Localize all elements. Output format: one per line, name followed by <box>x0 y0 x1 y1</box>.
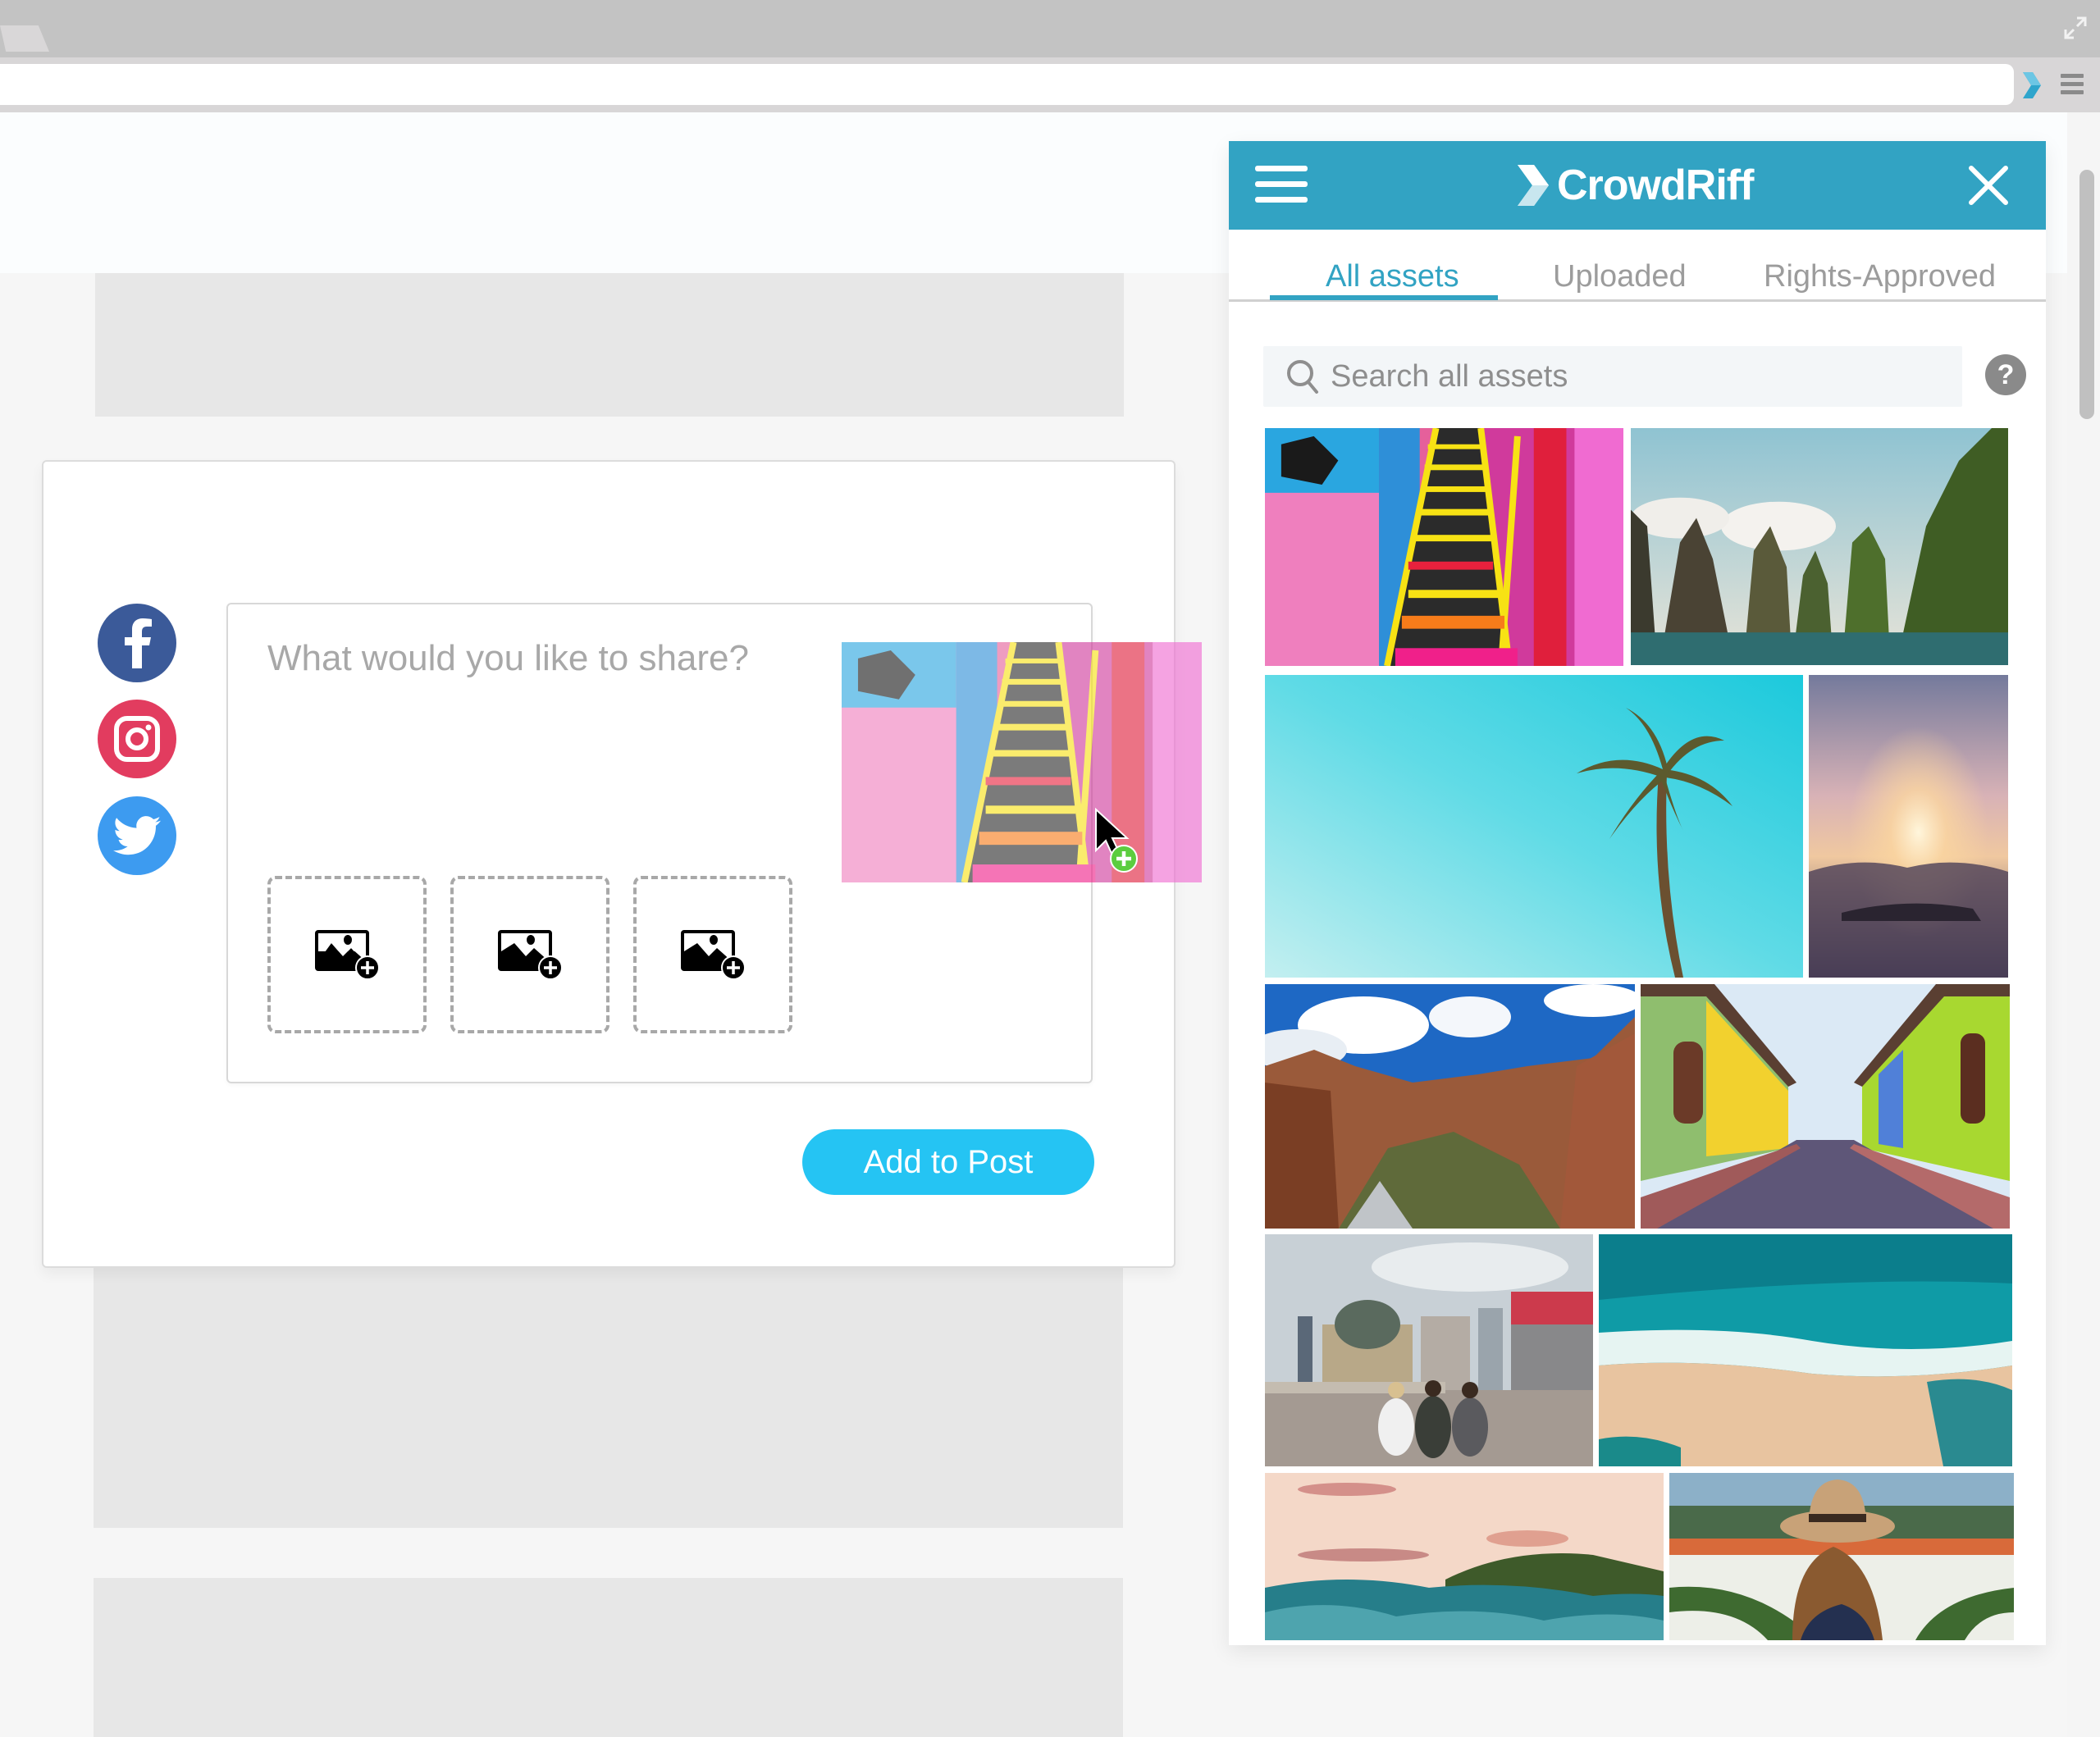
page-scrollbar-track <box>2067 112 2100 1737</box>
panel-header: CrowdRiff <box>1229 141 2046 230</box>
add-image-icon <box>681 930 746 980</box>
facebook-icon <box>125 618 152 668</box>
browser-tab-bar <box>0 0 2100 57</box>
dragged-image-graffiti-staircase[interactable] <box>842 642 1202 882</box>
panel-menu-button[interactable] <box>1255 166 1308 205</box>
crowdriff-panel: CrowdRiff All assets Uploaded Rights-App… <box>1229 141 2046 1645</box>
content-placeholder <box>94 1578 1123 1737</box>
asset-thumbnail-sunset-ocean-waves[interactable] <box>1265 1473 1664 1640</box>
browser-tab[interactable] <box>0 25 49 52</box>
add-image-icon <box>315 930 380 980</box>
active-tab-indicator <box>1270 295 1498 300</box>
image-drop-slot[interactable] <box>267 876 427 1033</box>
expand-arrows-icon[interactable] <box>2062 15 2089 41</box>
tab-uploaded[interactable]: Uploaded <box>1553 259 1687 294</box>
help-icon[interactable]: ? <box>1985 354 2026 395</box>
asset-thumbnail-aerial-beach-waves[interactable] <box>1599 1234 2012 1466</box>
asset-thumbnail-woman-hat-tulips[interactable] <box>1669 1473 2014 1640</box>
add-to-post-button[interactable]: Add to Post <box>802 1129 1094 1195</box>
search-input[interactable] <box>1331 358 1954 394</box>
share-text-input[interactable] <box>267 634 801 683</box>
asset-thumbnail-colorful-street[interactable] <box>1641 984 2010 1229</box>
close-icon[interactable] <box>1967 164 2010 207</box>
image-drop-slot[interactable] <box>450 876 609 1033</box>
asset-thumbnail-city-square-people[interactable] <box>1265 1234 1593 1466</box>
add-image-icon <box>498 930 563 980</box>
brand-name: CrowdRiff <box>1557 162 1754 209</box>
content-placeholder <box>94 1261 1123 1528</box>
twitter-icon <box>113 816 161 855</box>
image-drop-slot[interactable] <box>633 876 792 1033</box>
browser-toolbar <box>0 57 2100 112</box>
asset-thumbnail-graffiti-staircase[interactable] <box>1265 428 1623 666</box>
instagram-icon <box>114 716 160 762</box>
asset-thumbnail-sunrise-above-clouds[interactable] <box>1809 675 2008 978</box>
tab-rights-approved[interactable]: Rights-Approved <box>1764 259 1996 294</box>
instagram-button[interactable] <box>98 700 176 778</box>
asset-thumbnail-canyon-landscape[interactable] <box>1265 984 1635 1229</box>
tab-all-assets[interactable]: All assets <box>1326 259 1459 294</box>
search-icon <box>1287 360 1318 394</box>
crowdriff-logo: CrowdRiff <box>1518 159 1754 212</box>
drag-cursor <box>1095 808 1138 873</box>
asset-tabs: All assets Uploaded Rights-Approved <box>1229 230 2046 302</box>
address-bar[interactable] <box>0 64 2014 105</box>
crowdriff-chevron-icon <box>1518 165 1549 206</box>
twitter-button[interactable] <box>98 796 176 875</box>
content-placeholder <box>95 273 1124 417</box>
asset-search <box>1263 346 1962 407</box>
asset-thumbnail-karst-islands-lake[interactable] <box>1631 428 2008 665</box>
hamburger-menu-icon[interactable] <box>2061 74 2084 97</box>
asset-thumbnail-palm-tree-sky[interactable] <box>1265 675 1803 978</box>
facebook-button[interactable] <box>98 604 176 682</box>
plus-circle-icon <box>1110 845 1138 873</box>
crowdriff-chevron-icon[interactable] <box>2021 71 2043 100</box>
page-scrollbar-thumb[interactable] <box>2079 170 2094 419</box>
